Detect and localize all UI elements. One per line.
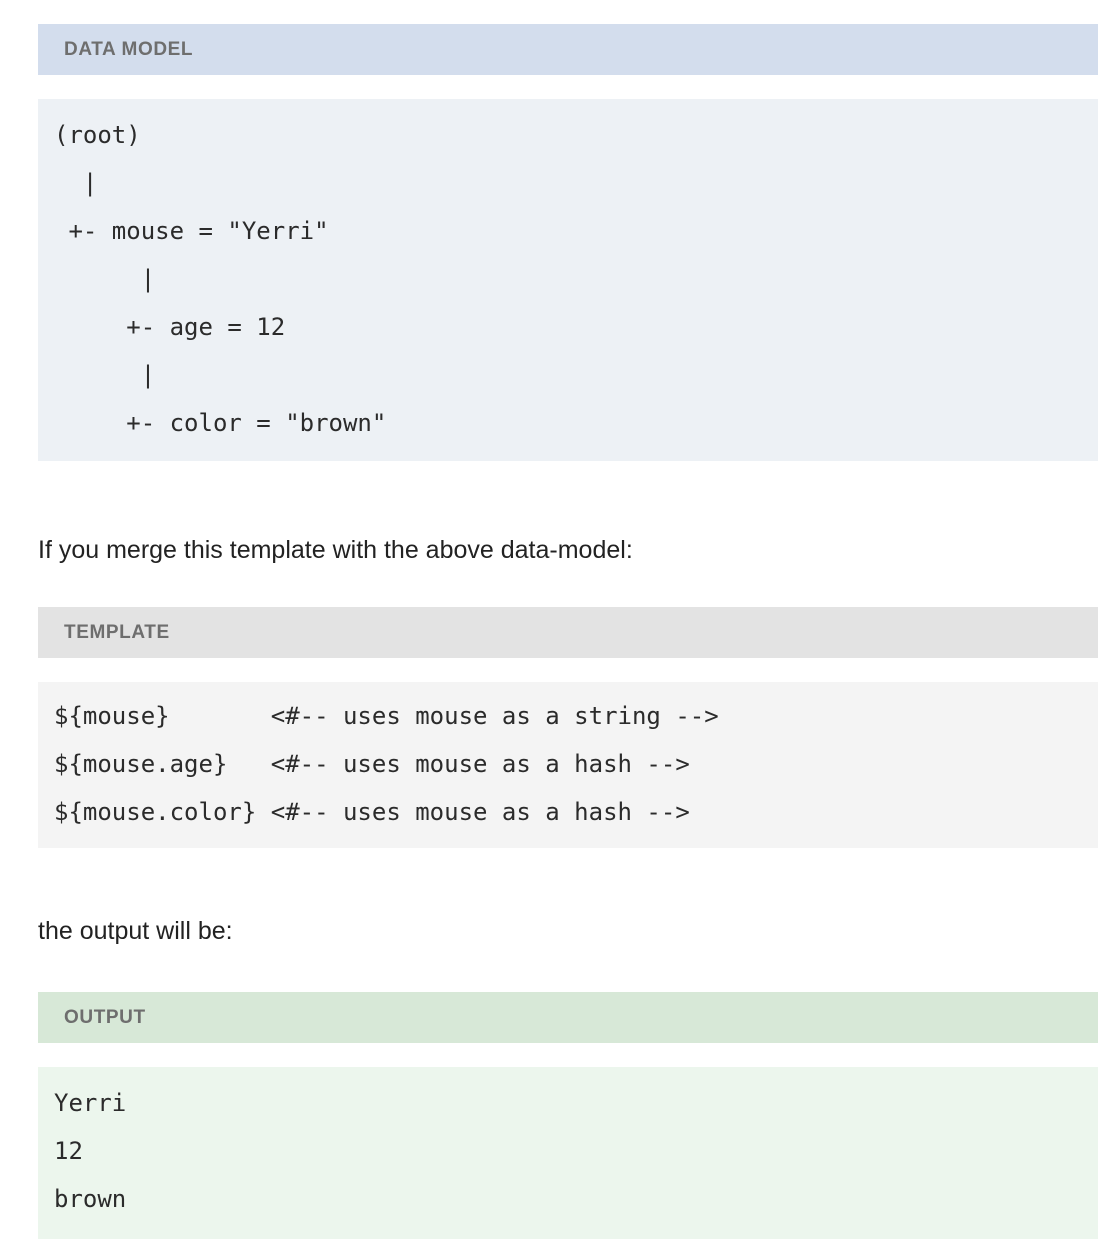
output-code-block: Yerri 12 brown [38,1067,1098,1239]
template-panel: TEMPLATE ${mouse} <#-- uses mouse as a s… [38,607,1098,848]
output-description-text: the output will be: [38,917,233,945]
code-line: +- color = "brown" [54,409,387,437]
code-line: ${mouse.color} <#-- uses mouse as a hash… [54,798,690,826]
code-line: | [54,361,156,389]
template-panel-title: TEMPLATE [38,607,1098,658]
code-line: ${mouse.age} <#-- uses mouse as a hash -… [54,750,690,778]
data-model-panel: DATA MODEL (root) | +- mouse = "Yerri" |… [38,24,1098,461]
code-line: +- age = 12 [54,313,286,341]
template-code-block: ${mouse} <#-- uses mouse as a string -->… [38,682,1098,848]
code-line: | [54,169,98,197]
documentation-page: DATA MODEL (root) | +- mouse = "Yerri" |… [0,0,1098,1239]
code-line: ${mouse} <#-- uses mouse as a string --> [54,702,719,730]
data-model-code-block: (root) | +- mouse = "Yerri" | +- age = 1… [38,99,1098,461]
output-panel-title: OUTPUT [38,992,1098,1043]
code-line: | [54,265,156,293]
output-panel: OUTPUT Yerri 12 brown [38,992,1098,1239]
code-line: brown [54,1185,127,1213]
code-line: Yerri [54,1089,127,1117]
data-model-panel-title: DATA MODEL [38,24,1098,75]
code-line: 12 [54,1137,83,1165]
code-line: (root) [54,121,141,149]
code-line: +- mouse = "Yerri" [54,217,329,245]
merge-description-text: If you merge this template with the abov… [38,536,633,564]
